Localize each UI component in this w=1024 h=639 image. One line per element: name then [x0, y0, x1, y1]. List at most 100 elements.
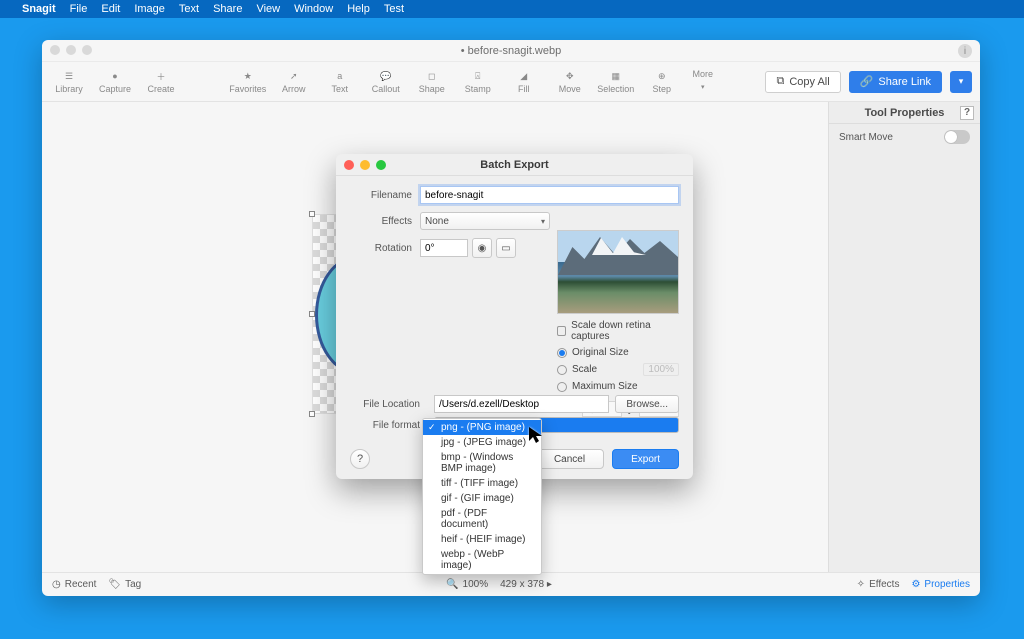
cancel-button[interactable]: Cancel — [535, 449, 604, 469]
file-location-label: File Location — [350, 399, 428, 410]
effects-select[interactable]: None▾ — [420, 212, 550, 230]
dropdown-item[interactable]: gif - (GIF image) — [423, 491, 541, 506]
help-icon[interactable]: ? — [960, 106, 974, 120]
selection-icon: ▦ — [607, 69, 625, 83]
menubar-appname[interactable]: Snagit — [22, 3, 56, 15]
tool-favorites[interactable]: ★Favorites — [228, 69, 268, 94]
menu-image[interactable]: Image — [134, 3, 165, 15]
create-button[interactable]: ＋ Create — [142, 69, 180, 94]
statusbar: ◷Recent 🏷Tag 🔍100% 429 x 378 ▸ ✧Effects … — [42, 572, 980, 596]
filename-input[interactable] — [420, 186, 679, 204]
smart-move-toggle[interactable] — [944, 130, 970, 144]
checkbox-icon — [557, 326, 566, 336]
tool-properties-panel: Tool Properties ? Smart Move — [828, 102, 980, 572]
preview-thumbnail — [557, 230, 679, 314]
effects-button[interactable]: ✧Effects — [857, 579, 900, 590]
tool-fill[interactable]: ◢Fill — [504, 69, 544, 94]
link-icon: 🔗 — [860, 75, 874, 88]
dropdown-item[interactable]: jpg - (JPEG image) — [423, 435, 541, 450]
zoom-icon[interactable] — [376, 160, 386, 170]
stamp-icon: ⍓ — [469, 69, 487, 83]
tool-selection[interactable]: ▦Selection — [596, 69, 636, 94]
zoom-icon[interactable] — [82, 45, 92, 55]
dimensions-indicator[interactable]: 429 x 378 ▸ — [500, 579, 552, 590]
filename-label: Filename — [350, 190, 420, 201]
move-icon: ✥ — [561, 69, 579, 83]
tool-more[interactable]: More▾ — [688, 69, 718, 94]
share-link-dropdown[interactable]: ▾ — [950, 71, 972, 93]
dropdown-item[interactable]: tiff - (TIFF image) — [423, 476, 541, 491]
recent-button[interactable]: ◷Recent — [52, 579, 96, 590]
rotation-dial[interactable]: ◉ — [472, 238, 492, 258]
menu-share[interactable]: Share — [213, 3, 242, 15]
star-icon: ★ — [239, 69, 257, 83]
search-icon: 🔍 — [446, 579, 458, 590]
tool-stamp[interactable]: ⍓Stamp — [458, 69, 498, 94]
plus-icon: ＋ — [152, 69, 170, 83]
macos-menubar: Snagit File Edit Image Text Share View W… — [0, 0, 1024, 18]
export-button[interactable]: Export — [612, 449, 679, 469]
app-toolbar: ☰ Library ● Capture ＋ Create ★Favorites … — [42, 62, 980, 102]
file-format-dropdown[interactable]: png - (PNG image) jpg - (JPEG image) bmp… — [422, 418, 542, 575]
dropdown-item[interactable]: pdf - (PDF document) — [423, 506, 541, 532]
radio-icon — [557, 348, 567, 358]
rotation-preset-button[interactable]: ▭ — [496, 238, 516, 258]
tool-text[interactable]: aText — [320, 69, 360, 94]
help-button[interactable]: ? — [350, 449, 370, 469]
rotation-input[interactable] — [420, 239, 468, 257]
zoom-indicator[interactable]: 🔍100% — [446, 579, 488, 590]
properties-button[interactable]: ⚙Properties — [911, 579, 970, 590]
dropdown-item[interactable]: png - (PNG image) — [423, 420, 541, 435]
minimize-icon[interactable] — [66, 45, 76, 55]
radio-icon — [557, 382, 567, 392]
menu-icon: ☰ — [60, 69, 78, 83]
panel-header: Tool Properties ? — [829, 102, 980, 124]
close-icon[interactable] — [50, 45, 60, 55]
file-location-input[interactable] — [434, 395, 609, 413]
effects-label: Effects — [350, 216, 420, 227]
menu-view[interactable]: View — [256, 3, 280, 15]
fill-icon: ◢ — [515, 69, 533, 83]
capture-button[interactable]: ● Capture — [96, 69, 134, 94]
browse-button[interactable]: Browse... — [615, 395, 679, 413]
menu-test[interactable]: Test — [384, 3, 404, 15]
max-size-radio[interactable]: Maximum Size — [557, 381, 679, 392]
mouse-cursor-icon — [527, 425, 547, 445]
chevron-down-icon: ▾ — [694, 80, 712, 94]
tool-arrow[interactable]: ➚Arrow — [274, 69, 314, 94]
menu-window[interactable]: Window — [294, 3, 333, 15]
scale-radio[interactable]: Scale100% — [557, 363, 679, 376]
tool-shape[interactable]: ◻Shape — [412, 69, 452, 94]
window-titlebar: • before-snagit.webp i — [42, 40, 980, 62]
share-link-button[interactable]: 🔗 Share Link — [849, 71, 942, 93]
info-icon[interactable]: i — [958, 44, 972, 58]
scale-retina-checkbox[interactable]: Scale down retina captures — [557, 320, 679, 342]
resize-handle[interactable] — [309, 311, 315, 317]
close-icon[interactable] — [344, 160, 354, 170]
copy-all-button[interactable]: ⧉ Copy All — [765, 71, 840, 93]
original-size-radio[interactable]: Original Size — [557, 347, 679, 358]
menu-file[interactable]: File — [70, 3, 88, 15]
tool-callout[interactable]: 💬Callout — [366, 69, 406, 94]
clock-icon: ◷ — [52, 579, 61, 590]
menu-edit[interactable]: Edit — [101, 3, 120, 15]
dropdown-item[interactable]: webp - (WebP image) — [423, 547, 541, 573]
menu-help[interactable]: Help — [347, 3, 370, 15]
shape-icon: ◻ — [423, 69, 441, 83]
record-icon: ● — [106, 69, 124, 83]
tool-move[interactable]: ✥Move — [550, 69, 590, 94]
tag-button[interactable]: 🏷Tag — [108, 579, 141, 590]
resize-handle[interactable] — [309, 211, 315, 217]
resize-handle[interactable] — [309, 411, 315, 417]
tool-step[interactable]: ⊕Step — [642, 69, 682, 94]
window-traffic-lights[interactable] — [50, 45, 92, 55]
copy-icon: ⧉ — [776, 75, 784, 88]
tool-strip: ★Favorites ➚Arrow aText 💬Callout ◻Shape … — [180, 69, 765, 94]
library-button[interactable]: ☰ Library — [50, 69, 88, 94]
menu-text[interactable]: Text — [179, 3, 199, 15]
dropdown-item[interactable]: heif - (HEIF image) — [423, 532, 541, 547]
minimize-icon[interactable] — [360, 160, 370, 170]
chevron-down-icon: ▾ — [541, 217, 545, 226]
gear-icon: ⚙ — [911, 579, 920, 590]
dropdown-item[interactable]: bmp - (Windows BMP image) — [423, 450, 541, 476]
